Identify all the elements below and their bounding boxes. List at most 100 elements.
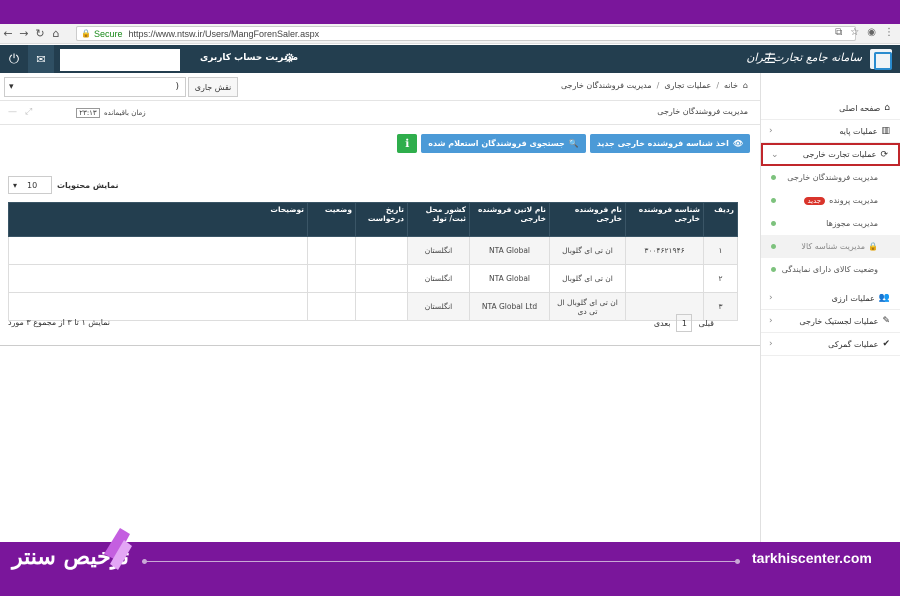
sidebar-subitem-label: مدیریت فروشندگان خارجی <box>787 173 878 182</box>
brand-logo-mark <box>104 528 132 570</box>
session-timer-label: زمان باقیمانده <box>104 109 146 117</box>
info-button[interactable]: ℹ <box>397 134 418 153</box>
cell-seller-id <box>625 264 704 293</box>
address-bar[interactable]: 🔒 Secure https://www.ntsw.ir/Users/MangF… <box>76 26 856 41</box>
breadcrumb-separator: / <box>716 81 720 90</box>
chevron-left-icon: ‹ <box>769 126 773 136</box>
users-icon: 👥 <box>878 293 890 303</box>
star-icon[interactable]: ☆ <box>850 27 859 38</box>
sidebar-subitem-permits[interactable]: مدیریت مجوزها <box>761 212 900 235</box>
cell-latin-name: NTA Global Ltd <box>469 292 550 321</box>
sidebar-item-base-ops[interactable]: ▥ عملیات پایه ‹ <box>761 120 900 143</box>
col-country[interactable]: کشور محل ثبت/ تولد <box>407 202 470 237</box>
role-select-value: ) <box>175 82 179 92</box>
session-timer: ۲۳:۱۳ <box>76 108 100 118</box>
col-latin-name[interactable]: نام لاتین فروشنده خارجی <box>469 202 550 237</box>
breadcrumb-separator: / <box>656 81 660 90</box>
sidebar-item-logistics-ops[interactable]: ✎ عملیات لجستیک خارجی ‹ <box>761 310 900 333</box>
sidebar-subitem-label: مدیریت مجوزها <box>826 219 878 228</box>
table-row[interactable]: ۱ ۳۰۰۴۶۲۱۹۴۶ ان تی ای گلوبال NTA Global … <box>8 236 738 265</box>
col-row[interactable]: ردیف <box>703 202 738 237</box>
cell-country: انگلستان <box>407 236 470 265</box>
page-title-bar: — ⤢ ۲۳:۱۳ زمان باقیمانده مدیریت فروشندگا… <box>0 101 760 125</box>
table-row[interactable]: ۳ ان تی ای گلوبال ال تی دی NTA Global Lt… <box>8 292 738 321</box>
breadcrumb-trade[interactable]: عملیات تجاری <box>664 81 711 90</box>
gears-icon[interactable]: ⚙ <box>284 51 295 65</box>
sidebar-subitem-goods-id[interactable]: 🔒 مدیریت شناسه کالا <box>761 235 900 258</box>
expand-icon[interactable]: ⤢ <box>25 107 32 117</box>
cell-redacted <box>307 236 356 265</box>
mail-icon[interactable]: ✉ <box>28 45 54 73</box>
footer-banner: ترخیص سنتر tarkhiscenter.com <box>0 528 900 596</box>
col-seller-id[interactable]: شناسه فروشنده خارجی <box>625 202 704 237</box>
browser-icons: ⧉ ☆ ◉ ⋮ <box>835 27 894 38</box>
secure-label: Secure <box>93 28 123 39</box>
top-frame-strip <box>0 0 900 24</box>
pager-next[interactable]: بعدی <box>654 319 671 328</box>
new-foreign-seller-label: اخذ شناسه فروشنده خارجی جدید <box>596 139 729 148</box>
table-header-row: ردیف شناسه فروشنده خارجی نام فروشنده خار… <box>8 202 738 237</box>
col-status[interactable]: وضعیت <box>307 202 356 237</box>
chevron-left-icon: ‹ <box>769 339 773 349</box>
role-select-arrow-icon: ▾ <box>9 82 14 92</box>
panel-tools: — ⤢ <box>8 107 32 117</box>
role-bar: ▾ ) نقش جاری ⌂ خانه / عملیات تجاری / مدی… <box>0 73 760 101</box>
home-icon[interactable]: ⌂ <box>48 27 64 40</box>
breadcrumb-home-icon[interactable]: ⌂ <box>743 81 748 90</box>
sidebar-item-label: صفحه اصلی <box>839 103 881 113</box>
sidebar-item-currency-ops[interactable]: 👥 عملیات ارزی ‹ <box>761 287 900 310</box>
role-select[interactable]: ▾ ) <box>4 77 186 97</box>
sidebar-item-foreign-trade[interactable]: ⟳ عملیات تجارت خارجی ⌄ <box>761 143 900 166</box>
table-row[interactable]: ۲ ان تی ای گلوبال NTA Global انگلستان <box>8 264 738 293</box>
breadcrumb: ⌂ خانه / عملیات تجاری / مدیریت فروشندگان… <box>561 81 748 90</box>
cell-seller-name: ان تی ای گلوبال <box>549 236 626 265</box>
sidebar-subitem-agency-goods[interactable]: وضعیت کالای دارای نمایندگی <box>761 258 900 281</box>
eye-icon: 👁 <box>732 139 743 148</box>
sidebar-subitem-foreign-sellers[interactable]: مدیریت فروشندگان خارجی <box>761 166 900 189</box>
cell-redacted <box>307 264 356 293</box>
cell-redacted <box>355 264 408 293</box>
col-request-date[interactable]: تاریخ درخواست <box>355 202 408 237</box>
sidebar: ⌂ صفحه اصلی ▥ عملیات پایه ‹ ⟳ عملیات تجا… <box>760 73 900 542</box>
page-length-label: نمایش محتویات <box>57 180 119 190</box>
pager-page-1[interactable]: 1 <box>676 314 693 332</box>
minimize-icon[interactable]: — <box>8 107 17 117</box>
extension-icon[interactable]: ◉ <box>867 27 876 38</box>
chevron-left-icon: ‹ <box>769 293 773 303</box>
sidebar-item-label: عملیات لجستیک خارجی <box>799 316 879 326</box>
app-header: ⏻ ✉ مدیریت حساب کاربری ⚙ ☰ سامانه جامع ت… <box>0 45 900 73</box>
reload-icon[interactable]: ↻ <box>32 27 48 40</box>
sidebar-subitem-files[interactable]: مدیریت پرونده جدید <box>761 189 900 212</box>
cell-seller-name: ان تی ای گلوبال ال تی دی <box>549 292 626 321</box>
sidebar-subitem-label: وضعیت کالای دارای نمایندگی <box>781 265 878 274</box>
cell-country: انگلستان <box>407 264 470 293</box>
menu-dots-icon[interactable]: ⋮ <box>884 27 894 38</box>
sidebar-item-customs-ops[interactable]: ✔ عملیات گمرکی ‹ <box>761 333 900 356</box>
user-name-redacted <box>60 49 180 71</box>
foreign-sellers-table: ردیف شناسه فروشنده خارجی نام فروشنده خار… <box>8 202 738 321</box>
current-role-label: نقش جاری <box>188 77 238 97</box>
sidebar-item-label: عملیات تجارت خارجی <box>802 150 877 159</box>
forward-icon[interactable]: → <box>16 27 32 40</box>
cell-seller-name: ان تی ای گلوبال <box>549 264 626 293</box>
cell-seller-id: ۳۰۰۴۶۲۱۹۴۶ <box>625 236 704 265</box>
sidebar-item-home[interactable]: ⌂ صفحه اصلی <box>761 97 900 120</box>
power-icon[interactable]: ⏻ <box>0 45 28 73</box>
edit-icon: ✎ <box>882 316 890 326</box>
col-seller-name[interactable]: نام فروشنده خارجی <box>549 202 626 237</box>
browser-toolbar: ← → ↻ ⌂ 🔒 Secure https://www.ntsw.ir/Use… <box>0 24 900 44</box>
breadcrumb-current: مدیریت فروشندگان خارجی <box>560 81 652 90</box>
search-sellers-button[interactable]: 🔍 جستجوی فروشندگان استعلام شده <box>421 134 586 153</box>
website-url[interactable]: tarkhiscenter.com <box>752 550 872 566</box>
app-logo-text: سامانه جامع تجارت ایران <box>746 51 862 64</box>
new-foreign-seller-button[interactable]: 👁 اخذ شناسه فروشنده خارجی جدید <box>589 134 750 153</box>
pagination: قبلی 1 بعدی <box>654 314 714 332</box>
col-description[interactable]: توضیحات <box>8 202 308 237</box>
sidebar-item-label: عملیات گمرکی <box>828 339 879 349</box>
back-icon[interactable]: ← <box>0 27 16 40</box>
search-sellers-label: جستجوی فروشندگان استعلام شده <box>428 139 565 148</box>
breadcrumb-home[interactable]: خانه <box>724 81 738 90</box>
pager-previous[interactable]: قبلی <box>698 319 714 328</box>
page-length-select[interactable]: ▾ 10 <box>8 176 52 194</box>
translate-icon[interactable]: ⧉ <box>835 27 842 38</box>
